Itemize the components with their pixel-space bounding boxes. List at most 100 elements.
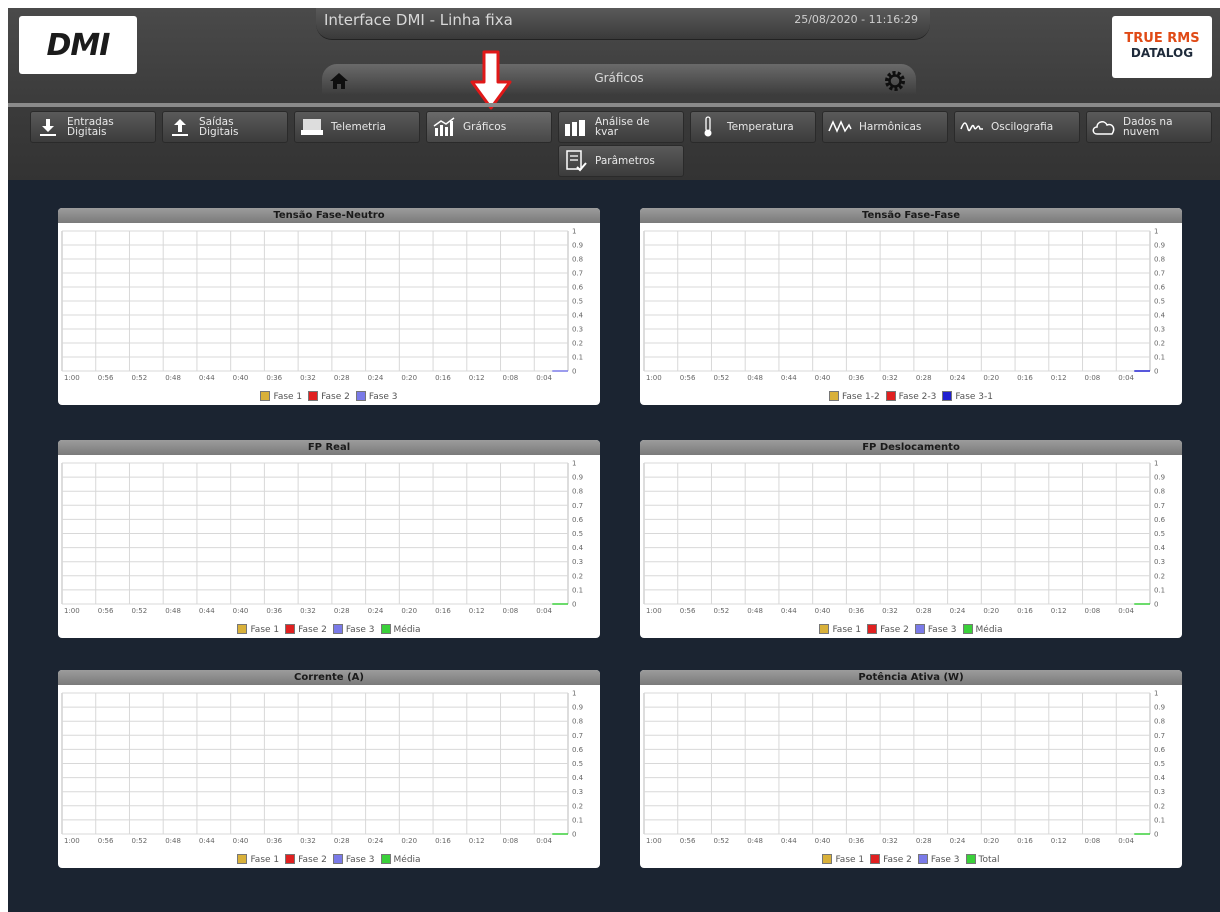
legend-item[interactable]: Média: [962, 624, 1003, 635]
x-tick-label: 0:04: [1118, 374, 1134, 382]
legend-label: Fase 2: [321, 392, 350, 402]
y-tick-label: 0: [572, 601, 576, 609]
tab-saidas-digitais[interactable]: Saídas Digitais: [162, 111, 288, 143]
y-tick-label: 0.8: [1154, 488, 1165, 496]
chart-panel-potencia-ativa: Potência Ativa (W) 1 0.9 0.8 0.7 0.6 0.5 0.4 0.3…: [640, 670, 1182, 868]
y-tick-label: 0.2: [1154, 802, 1165, 810]
tab-telemetria[interactable]: Telemetria: [294, 111, 420, 143]
x-tick-label: 0:08: [503, 837, 519, 845]
x-tick-label: 0:32: [300, 837, 316, 845]
legend-item[interactable]: Fase 2: [870, 854, 912, 865]
tab-graficos[interactable]: Gráficos: [426, 111, 552, 143]
x-tick-label: 0:16: [1017, 837, 1033, 845]
y-tick-label: 0.5: [1154, 530, 1165, 538]
x-tick-label: 0:24: [368, 607, 384, 615]
gear-icon[interactable]: [884, 70, 906, 92]
x-tick-label: 0:52: [713, 837, 729, 845]
chart-legend: Fase 1 Fase 2 Fase 3: [58, 391, 600, 402]
legend-item[interactable]: Média: [380, 624, 421, 635]
legend-item[interactable]: Total: [965, 854, 1000, 865]
title-bar: Interface DMI - Linha fixa 25/08/2020 - …: [316, 8, 930, 40]
x-tick-label: 1:00: [646, 837, 662, 845]
x-tick-label: 0:36: [266, 374, 282, 382]
x-tick-label: 1:00: [64, 374, 80, 382]
x-tick-label: 0:48: [747, 837, 763, 845]
legend-item[interactable]: Fase 3: [917, 854, 960, 865]
legend-swatch: [914, 624, 925, 634]
tab-analise-kvar[interactable]: Análise de kvar: [558, 111, 684, 143]
tab-temperatura[interactable]: Temperatura: [690, 111, 816, 143]
y-tick-label: 0.9: [572, 242, 583, 250]
legend-swatch: [867, 624, 878, 634]
legend-item[interactable]: Fase 2-3: [885, 391, 936, 402]
x-tick-label: 0:16: [435, 374, 451, 382]
tab-entradas-digitais[interactable]: Entradas Digitais: [30, 111, 156, 143]
legend-item[interactable]: Fase 2: [308, 391, 350, 402]
chart-legend: Fase 1-2 Fase 2-3 Fase 3-1: [640, 391, 1182, 402]
oscillograph-icon: [959, 116, 985, 138]
legend-item[interactable]: Fase 3: [332, 624, 375, 635]
separator: [8, 103, 1220, 107]
waveform-icon: [827, 116, 853, 138]
x-tick-label: 0:12: [469, 607, 485, 615]
legend-item[interactable]: Fase 2: [285, 854, 327, 865]
legend-label: Fase 1: [250, 625, 280, 635]
legend-item[interactable]: Fase 1: [260, 391, 302, 402]
y-tick-label: 0.6: [1154, 746, 1166, 754]
y-tick-label: 0.7: [1154, 270, 1165, 278]
legend-label: Fase 3: [930, 855, 960, 865]
chart-plot: 1 0.9 0.8 0.7 0.6 0.5 0.4 0.3 0.2 0.1 0 1:00 0:56 0:5…: [643, 460, 1166, 615]
legend-item[interactable]: Fase 2: [867, 624, 909, 635]
legend-item[interactable]: Fase 1-2: [829, 391, 880, 402]
legend-swatch: [885, 391, 896, 401]
tab-harmonicas[interactable]: Harmônicas: [822, 111, 948, 143]
page-title: Gráficos: [594, 71, 644, 85]
legend-item[interactable]: Fase 3: [332, 854, 375, 865]
legend-label: Fase 3: [927, 625, 957, 635]
legend-swatch: [237, 854, 248, 864]
legend-item[interactable]: Fase 1: [822, 854, 864, 865]
legend-item[interactable]: Fase 1: [819, 624, 861, 635]
x-tick-label: 0:40: [815, 607, 831, 615]
x-tick-label: 0:28: [334, 374, 350, 382]
tab-label: Oscilografia: [991, 121, 1054, 133]
legend-swatch: [308, 391, 319, 401]
legend-item[interactable]: Fase 3: [355, 391, 398, 402]
tab-oscilografia[interactable]: Oscilografia: [954, 111, 1080, 143]
y-tick-label: 0.1: [1154, 816, 1165, 824]
tab-parametros[interactable]: Parâmetros: [558, 145, 684, 177]
legend-item[interactable]: Fase 2: [285, 624, 327, 635]
legend-label: Fase 1: [250, 855, 280, 865]
chart-title: Potência Ativa (W): [640, 670, 1182, 685]
x-tick-label: 0:52: [131, 607, 147, 615]
tab-label: Harmônicas: [859, 121, 922, 133]
legend-item[interactable]: Fase 1: [237, 624, 279, 635]
x-tick-label: 0:24: [950, 607, 966, 615]
legend-swatch: [285, 854, 296, 864]
tab-label: Saídas Digitais: [199, 116, 239, 138]
x-tick-label: 1:00: [646, 374, 662, 382]
y-tick-label: 0.1: [1154, 354, 1165, 362]
y-tick-label: 0.2: [1154, 340, 1165, 348]
legend-swatch: [917, 854, 928, 864]
legend-item[interactable]: Fase 3-1: [942, 391, 993, 402]
y-tick-label: 1: [1154, 690, 1158, 698]
x-tick-label: 0:24: [950, 837, 966, 845]
upload-icon: [167, 116, 193, 138]
legend-item[interactable]: Fase 1: [237, 854, 279, 865]
legend-item[interactable]: Fase 3: [914, 624, 957, 635]
y-tick-label: 0.2: [1154, 572, 1165, 580]
y-tick-label: 0.3: [572, 558, 583, 566]
y-tick-label: 0.9: [572, 704, 583, 712]
chart-panel-fp-real: FP Real 1 0.9 0.8 0.7 0.6 0.5 0.4 0.3 0.2 0.1 0 1:00…: [58, 440, 600, 638]
x-tick-label: 0:36: [848, 607, 864, 615]
y-tick-label: 0: [572, 368, 576, 376]
legend-label: Fase 3: [345, 625, 375, 635]
x-tick-label: 0:44: [781, 837, 797, 845]
tab-dados-na-nuvem[interactable]: Dados na nuvem: [1086, 111, 1212, 143]
legend-item[interactable]: Média: [380, 854, 421, 865]
legend-label: Total: [978, 855, 1000, 865]
legend-label: Fase 1-2: [842, 392, 880, 402]
legend-label: Fase 3-1: [955, 392, 993, 402]
app-window: DMI Interface DMI - Linha fixa 25/08/202…: [8, 8, 1220, 912]
